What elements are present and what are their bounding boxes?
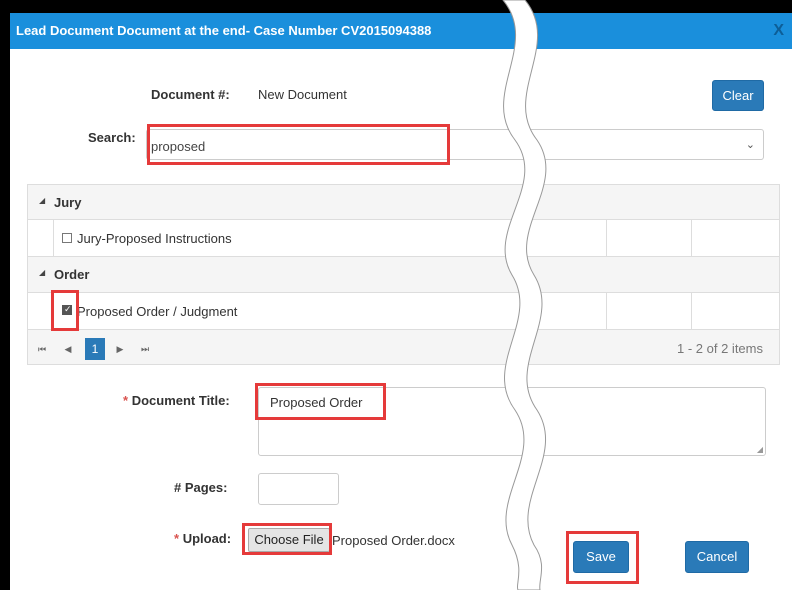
document-title-value: Proposed Order [270, 395, 363, 410]
next-page-icon[interactable]: ▶ [110, 338, 130, 360]
document-type-grid: ◢ Jury Jury-Proposed Instructions ◢ Orde… [27, 184, 780, 365]
document-title-label-text: Document Title: [131, 393, 230, 408]
grid-pager: ⏮ ◀ 1 ▶ ⏭ 1 - 2 of 2 items [28, 330, 779, 364]
upload-label-text: Upload: [182, 531, 232, 546]
document-title-label: * Document Title: [123, 393, 230, 408]
cell-divider [691, 293, 692, 329]
group-name: Jury [54, 195, 82, 210]
last-page-icon[interactable]: ⏭ [135, 338, 155, 360]
required-mark: * [174, 531, 180, 546]
search-label: Search: [88, 130, 136, 145]
proposed-order-checkbox[interactable] [62, 304, 72, 315]
document-title-field[interactable]: Proposed Order ◢ [258, 387, 766, 456]
group-row-jury[interactable]: ◢ Jury [28, 185, 779, 220]
cell-divider [53, 220, 54, 256]
jury-proposed-instructions-checkbox[interactable] [62, 233, 72, 243]
cancel-button[interactable]: Cancel [685, 541, 749, 573]
table-row[interactable]: Proposed Order / Judgment [28, 293, 779, 330]
upload-label: * Upload: [174, 531, 231, 546]
cell-divider [691, 220, 692, 256]
group-name: Order [54, 267, 90, 282]
row-label: Proposed Order / Judgment [77, 304, 238, 319]
pager-info: 1 - 2 of 2 items [677, 341, 763, 356]
first-page-icon[interactable]: ⏮ [32, 338, 52, 360]
cell-divider [606, 293, 607, 329]
save-button[interactable]: Save [573, 541, 629, 573]
prev-page-icon[interactable]: ◀ [58, 338, 78, 360]
document-number-label: Document #: [151, 87, 230, 102]
cell-divider [606, 220, 607, 256]
choose-file-button[interactable]: Choose File [248, 528, 330, 552]
document-number-value: New Document [258, 87, 347, 102]
pages-field[interactable] [258, 473, 339, 505]
resize-grip-icon[interactable]: ◢ [757, 445, 763, 454]
selected-file-name: Proposed Order.docx [332, 533, 455, 548]
dialog-title: Lead Document Document at the end- Case … [16, 23, 432, 38]
clear-button[interactable]: Clear [712, 80, 764, 111]
collapse-arrow-icon[interactable]: ◢ [39, 196, 45, 205]
dialog-titlebar: Lead Document Document at the end- Case … [10, 13, 792, 49]
search-value: proposed [151, 139, 206, 154]
required-mark: * [123, 393, 129, 408]
collapse-arrow-icon[interactable]: ◢ [39, 268, 45, 277]
group-row-order[interactable]: ◢ Order [28, 257, 779, 293]
search-input[interactable]: proposed ⌄ [146, 129, 764, 160]
add-document-dialog: Lead Document Document at the end- Case … [10, 13, 792, 590]
pages-label: # Pages: [174, 480, 228, 495]
page-number-button[interactable]: 1 [85, 338, 105, 360]
table-row[interactable]: Jury-Proposed Instructions [28, 220, 779, 257]
chevron-down-icon[interactable]: ⌄ [746, 138, 755, 151]
cell-divider [53, 293, 54, 329]
row-label: Jury-Proposed Instructions [77, 231, 232, 246]
close-icon[interactable]: X [773, 22, 784, 40]
